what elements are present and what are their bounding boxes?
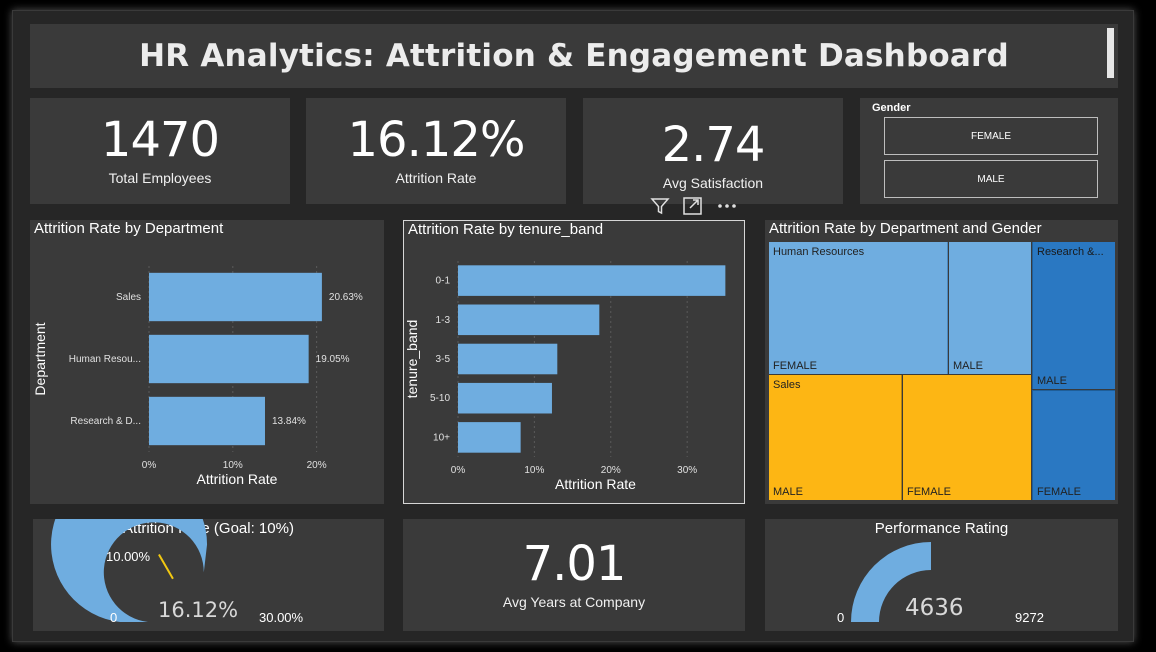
- y-axis-title: tenure_band: [404, 320, 420, 399]
- y-tick-label: 5-10: [430, 393, 450, 404]
- kpi-attrition-rate[interactable]: 16.12% Attrition Rate: [306, 98, 566, 204]
- gauge-target-marker: [158, 553, 174, 580]
- kpi-total-employees[interactable]: 1470 Total Employees: [30, 98, 290, 204]
- treemap-group-label: Research &...: [1037, 246, 1104, 258]
- treemap-cell-rd-male[interactable]: Research &... MALE: [1032, 242, 1115, 389]
- x-axis-title: Attrition Rate: [197, 471, 278, 487]
- tenure-bar-chart: 0% 10% 20% 30% 0-1 1-3 3-5 5-10 10+ Attrition Rat…: [404, 261, 726, 492]
- y-tick-label: 10+: [433, 432, 450, 443]
- slicer-option-male[interactable]: MALE: [884, 160, 1098, 198]
- kpi-label: Avg Years at Company: [502, 594, 646, 610]
- treemap-cell-hr-male[interactable]: MALE: [949, 242, 1031, 374]
- x-tick-label: 20%: [307, 460, 327, 471]
- dept-chart-card[interactable]: Attrition Rate by Department 0% 10% 20% Sal…: [30, 220, 384, 504]
- bar[interactable]: [458, 343, 558, 375]
- treemap-cell-label: MALE: [953, 360, 983, 372]
- gauge-max-label: 30.00%: [259, 610, 304, 625]
- y-tick-label: Research & D...: [70, 416, 141, 427]
- bar[interactable]: [149, 272, 322, 322]
- treemap-card[interactable]: Attrition Rate by Department and Gender …: [765, 220, 1118, 504]
- treemap-cell-rd-female[interactable]: FEMALE: [1032, 390, 1115, 500]
- bar[interactable]: [458, 304, 600, 336]
- y-tick-label: Human Resou...: [69, 354, 141, 365]
- bar[interactable]: [458, 382, 552, 414]
- treemap-cell-sales-female[interactable]: FEMALE: [903, 375, 1031, 500]
- kpi-avg-years[interactable]: 7.01 Avg Years at Company: [403, 519, 745, 631]
- kpi-value: 16.12%: [347, 112, 525, 168]
- attrition-gauge-card[interactable]: Attrition Rate (Goal: 10%) 10.00% 0 30.0…: [33, 519, 384, 631]
- data-label: 19.05%: [316, 354, 350, 365]
- x-tick-label: 30%: [677, 465, 697, 476]
- gauge-value: 4636: [905, 595, 964, 621]
- x-tick-label: 0%: [451, 465, 466, 476]
- treemap-cell-label: FEMALE: [907, 486, 952, 498]
- treemap-cell-label: FEMALE: [773, 360, 818, 372]
- kpi-label: Total Employees: [108, 170, 212, 186]
- focus-mode-icon[interactable]: [682, 196, 704, 216]
- bar[interactable]: [458, 422, 521, 453]
- gauge-min-label: 0: [837, 610, 845, 625]
- kpi-value: 2.74: [661, 117, 766, 173]
- y-tick-label: 1-3: [436, 315, 451, 326]
- data-label: 13.84%: [272, 416, 306, 427]
- data-label: 20.63%: [329, 292, 363, 303]
- kpi-avg-satisfaction[interactable]: 2.74 Avg Satisfaction: [583, 98, 843, 204]
- x-tick-label: 20%: [601, 465, 621, 476]
- filter-icon[interactable]: [650, 196, 670, 216]
- x-tick-label: 0%: [142, 460, 157, 471]
- gauge-min-label: 0: [110, 610, 118, 625]
- kpi-value: 7.01: [522, 536, 627, 592]
- performance-gauge-card[interactable]: Performance Rating 0 9272 4636: [765, 519, 1118, 631]
- title-scrollbar[interactable]: [1107, 28, 1114, 78]
- title-banner: HR Analytics: Attrition & Engagement Das…: [30, 24, 1118, 88]
- x-tick-label: 10%: [524, 465, 544, 476]
- more-options-icon[interactable]: [716, 196, 738, 216]
- chart-title: Attrition Rate by Department and Gender: [769, 220, 1042, 237]
- treemap-group-label: Human Resources: [773, 246, 865, 258]
- treemap-cell-label: MALE: [1037, 375, 1067, 387]
- treemap-cell-sales-male[interactable]: Sales MALE: [769, 375, 902, 500]
- gauge-value: 16.12%: [158, 598, 239, 622]
- x-tick-label: 10%: [223, 460, 243, 471]
- y-tick-label: Sales: [116, 292, 141, 303]
- bar[interactable]: [149, 396, 265, 446]
- treemap-group-label: Sales: [773, 379, 801, 391]
- slicer-title: Gender: [872, 102, 911, 114]
- kpi-label: Attrition Rate: [395, 170, 477, 186]
- tenure-chart-card[interactable]: Attrition Rate by tenure_band 0% 10% 20% 30…: [403, 220, 745, 504]
- visual-header-toolbar: [650, 196, 738, 216]
- bar[interactable]: [149, 334, 309, 384]
- gauge-max-label: 9272: [1015, 610, 1044, 625]
- y-tick-label: 3-5: [436, 354, 451, 365]
- treemap-plot: Human Resources FEMALE MALE Sales MALE F…: [769, 242, 1115, 500]
- gender-slicer: Gender FEMALE MALE: [860, 98, 1118, 204]
- treemap-cell-label: MALE: [773, 486, 803, 498]
- bar[interactable]: [458, 265, 726, 296]
- kpi-value: 1470: [100, 112, 220, 168]
- y-axis-title: Department: [32, 322, 48, 395]
- slicer-option-female[interactable]: FEMALE: [884, 117, 1098, 155]
- treemap-cell-hr-female[interactable]: Human Resources FEMALE: [769, 242, 948, 374]
- y-tick-label: 0-1: [436, 276, 451, 287]
- kpi-label: Avg Satisfaction: [662, 175, 764, 191]
- page-title: HR Analytics: Attrition & Engagement Das…: [139, 38, 1009, 74]
- x-axis-title: Attrition Rate: [555, 476, 636, 492]
- dept-bar-chart: 0% 10% 20% Sales 20.63% Human Resou... 19.05% R…: [32, 266, 363, 487]
- treemap-cell-label: FEMALE: [1037, 486, 1082, 498]
- gauge-target-label: 10.00%: [106, 549, 151, 564]
